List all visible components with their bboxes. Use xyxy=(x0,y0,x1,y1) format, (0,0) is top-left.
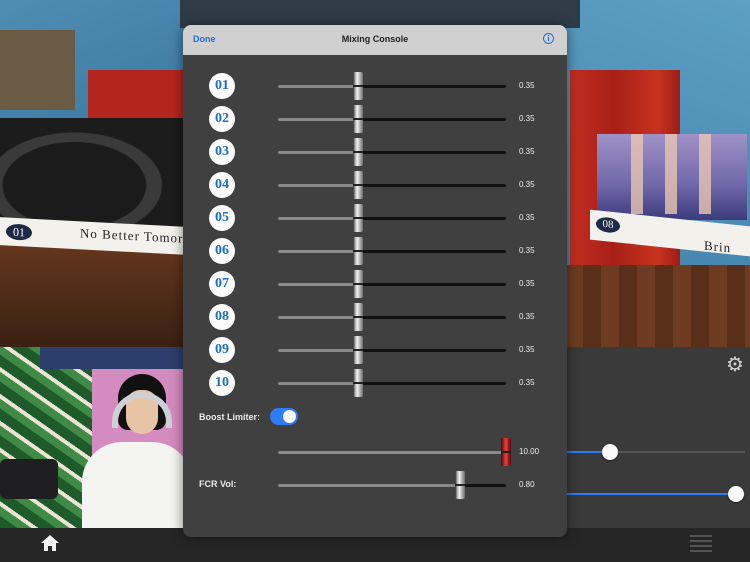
boost-slider-row: 10.00 xyxy=(183,437,567,467)
slider-fill xyxy=(278,250,358,253)
channel-row: 01 0.35 xyxy=(183,71,567,101)
boost-slider-thumb[interactable] xyxy=(501,438,511,466)
fcr-vol-row: 0.80 xyxy=(183,470,567,500)
mixing-console-modal: Done Mixing Console i 01 0.35 02 0.35 03 0.35… xyxy=(183,25,567,537)
channel-row: 02 0.35 xyxy=(183,104,567,134)
slider-fill xyxy=(278,217,358,220)
channel-row: 03 0.35 xyxy=(183,137,567,167)
slider-fill xyxy=(278,349,358,352)
channel-number-badge: 05 xyxy=(209,205,235,231)
fcr-vol-value: 0.80 xyxy=(519,480,535,489)
channel-value: 0.35 xyxy=(519,378,535,387)
channel-slider-thumb[interactable] xyxy=(352,237,363,265)
channel-value: 0.35 xyxy=(519,279,535,288)
channel-slider-thumb[interactable] xyxy=(352,303,363,331)
right-slider-2[interactable] xyxy=(567,486,745,502)
fcr-vol-slider-thumb[interactable] xyxy=(455,471,466,499)
toggle-knob xyxy=(283,410,296,423)
left-track-number: 01 xyxy=(6,223,32,241)
channel-volume-slider[interactable] xyxy=(278,303,506,331)
modal-header: Done Mixing Console i xyxy=(183,25,567,55)
channel-row: 10 0.35 xyxy=(183,368,567,398)
channel-slider-thumb[interactable] xyxy=(352,171,363,199)
fcr-vol-slider[interactable] xyxy=(278,471,506,499)
slider-fill xyxy=(278,184,358,187)
slider-fill xyxy=(278,85,358,88)
channel-volume-slider[interactable] xyxy=(278,270,506,298)
right-track-number: 08 xyxy=(596,216,620,234)
channel-volume-slider[interactable] xyxy=(278,369,506,397)
channel-volume-slider[interactable] xyxy=(278,336,506,364)
list-icon[interactable] xyxy=(690,535,712,552)
slider-fill xyxy=(278,118,358,121)
channel-value: 0.35 xyxy=(519,213,535,222)
channel-slider-thumb[interactable] xyxy=(352,105,363,133)
channel-number-badge: 10 xyxy=(209,370,235,396)
slider-knob[interactable] xyxy=(728,486,745,502)
right-control-panel xyxy=(565,347,750,528)
slider-fill xyxy=(278,151,358,154)
channel-value: 0.35 xyxy=(519,312,535,321)
left-track-title: No Better Tomor xyxy=(80,225,184,246)
channel-slider-thumb[interactable] xyxy=(352,72,363,100)
channel-volume-slider[interactable] xyxy=(278,138,506,166)
channel-value: 0.35 xyxy=(519,246,535,255)
channel-number-badge: 04 xyxy=(209,172,235,198)
boost-limiter-label: Boost Limiter: xyxy=(199,412,261,422)
bottle-shelf xyxy=(0,30,75,110)
channel-slider-thumb[interactable] xyxy=(352,204,363,232)
dance-video-card[interactable] xyxy=(597,134,747,220)
channel-row: 04 0.35 xyxy=(183,170,567,200)
boost-limiter-toggle[interactable] xyxy=(270,408,298,425)
channel-number-badge: 08 xyxy=(209,304,235,330)
channel-number-badge: 06 xyxy=(209,238,235,264)
sofa-right xyxy=(565,265,750,347)
channel-volume-slider[interactable] xyxy=(278,105,506,133)
slider-fill xyxy=(278,382,358,385)
channel-number-badge: 07 xyxy=(209,271,235,297)
channel-volume-slider[interactable] xyxy=(278,237,506,265)
channel-number-badge: 03 xyxy=(209,139,235,165)
camera-preview[interactable] xyxy=(0,347,184,528)
ceiling xyxy=(180,0,580,28)
boost-value: 10.00 xyxy=(519,447,540,456)
channel-value: 0.35 xyxy=(519,81,535,90)
slider-fill xyxy=(278,283,358,286)
slider-knob[interactable] xyxy=(601,444,618,460)
home-icon[interactable] xyxy=(40,534,60,552)
channel-row: 05 0.35 xyxy=(183,203,567,233)
channel-volume-slider[interactable] xyxy=(278,204,506,232)
channel-number-badge: 02 xyxy=(209,106,235,132)
channel-volume-slider[interactable] xyxy=(278,171,506,199)
channel-row: 08 0.35 xyxy=(183,302,567,332)
channel-slider-thumb[interactable] xyxy=(352,336,363,364)
channel-row: 09 0.35 xyxy=(183,335,567,365)
info-icon[interactable]: i xyxy=(543,33,554,44)
channel-value: 0.35 xyxy=(519,180,535,189)
channel-slider-thumb[interactable] xyxy=(352,270,363,298)
channel-number-badge: 09 xyxy=(209,337,235,363)
modal-title: Mixing Console xyxy=(341,34,409,44)
channel-slider-thumb[interactable] xyxy=(352,138,363,166)
boost-slider[interactable] xyxy=(278,438,511,466)
right-slider-1[interactable] xyxy=(567,444,745,460)
slider-fill xyxy=(278,316,358,319)
channel-volume-slider[interactable] xyxy=(278,72,506,100)
right-track-title: Brin xyxy=(704,237,732,256)
vinyl-video-card[interactable] xyxy=(0,118,186,230)
channel-value: 0.35 xyxy=(519,114,535,123)
gear-icon[interactable]: ⚙ xyxy=(725,355,745,375)
channel-slider-thumb[interactable] xyxy=(352,369,363,397)
channel-row: 06 0.35 xyxy=(183,236,567,266)
channel-number-badge: 01 xyxy=(209,73,235,99)
channel-value: 0.35 xyxy=(519,345,535,354)
channel-value: 0.35 xyxy=(519,147,535,156)
channel-row: 07 0.35 xyxy=(183,269,567,299)
